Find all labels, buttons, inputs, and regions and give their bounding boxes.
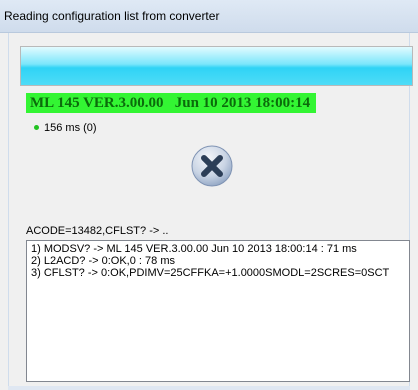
progress-bar [20,46,413,86]
title-bar[interactable]: Reading configuration list from converte… [0,0,418,33]
window-bottom-border [8,386,410,390]
current-command-text: ACODE=13482,CFLST? -> .. [26,225,169,237]
log-line: 2) L2ACD? -> 0:OK,0 : 78 ms [31,255,175,267]
window-title: Reading configuration list from converte… [4,9,220,23]
device-version-label: ML 145 VER.3.00.00 Jun 10 2013 18:00:14 [26,93,317,113]
timing-status: 156 ms (0) [34,120,97,136]
timing-text: 156 ms (0) [44,122,97,134]
status-indicator-icon [34,124,39,130]
log-line: 3) CFLST? -> 0:OK,PDIMV=25CFFKA=+1.0000S… [31,267,390,279]
progress-bar-fill [21,47,412,85]
log-line: 1) MODSV? -> ML 145 VER.3.00.00 Jun 10 2… [31,243,357,255]
log-output-box[interactable]: 1) MODSV? -> ML 145 VER.3.00.00 Jun 10 2… [26,240,410,382]
stop-button[interactable] [190,144,234,188]
close-x-icon [191,145,233,187]
progress-dialog: Reading configuration list from converte… [0,0,418,390]
